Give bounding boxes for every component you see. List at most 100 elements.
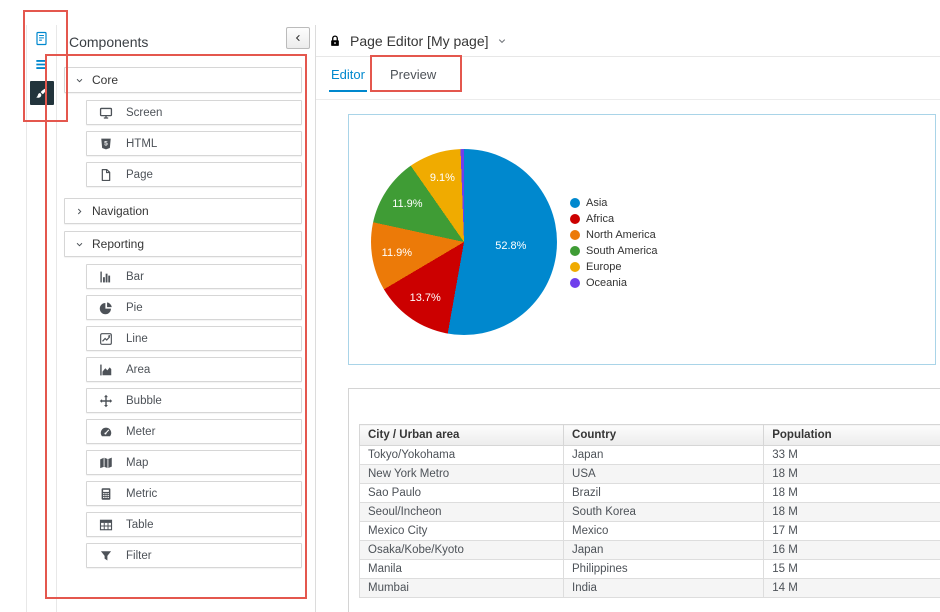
legend-item-asia[interactable]: Asia [570, 197, 658, 209]
legend-item-south-america[interactable]: South America [570, 245, 658, 257]
table-row: Tokyo/YokohamaJapan33 M [360, 446, 940, 465]
component-item-html[interactable]: 5HTML [86, 131, 302, 156]
strip-button-document[interactable] [29, 25, 55, 51]
section-header-navigation[interactable]: Navigation [64, 198, 302, 224]
component-label: Bubble [126, 395, 162, 407]
section-items-core: Screen 5HTML Page [86, 100, 302, 187]
chevron-down-icon [497, 36, 507, 46]
legend-dot [570, 278, 580, 288]
lock-icon [328, 34, 342, 48]
metric-icon [99, 487, 113, 501]
pie-chart[interactable] [371, 149, 557, 335]
tab-editor[interactable]: Editor [329, 58, 367, 92]
table-cell: Tokyo/Yokohama [360, 446, 564, 465]
legend-item-oceania[interactable]: Oceania [570, 277, 658, 289]
bar-chart-icon [99, 270, 113, 284]
component-item-meter[interactable]: Meter [86, 419, 302, 444]
tab-preview[interactable]: Preview [388, 58, 438, 90]
component-label: Pie [126, 302, 143, 314]
table-panel[interactable]: City / Urban areaCountryPopulation Tokyo… [348, 388, 940, 612]
line-chart-icon [99, 332, 113, 346]
pie-chart-panel[interactable]: Asia Africa North America South America Euro… [348, 114, 936, 365]
page-editor-screen: Components Core Screen 5HTML Page Navigation… [0, 0, 940, 612]
component-item-filter[interactable]: Filter [86, 543, 302, 568]
chevron-down-icon [75, 76, 84, 85]
chevron-right-icon [75, 207, 84, 216]
section-label: Navigation [92, 204, 149, 218]
table-icon [99, 518, 113, 532]
table-row: MumbaiIndia14 M [360, 579, 940, 598]
table-row: New York MetroUSA18 M [360, 465, 940, 484]
table-cell: India [564, 579, 764, 598]
legend-dot [570, 262, 580, 272]
page-title[interactable]: Page Editor [My page] [350, 33, 489, 49]
table-cell: 33 M [764, 446, 940, 465]
table-cell: Manila [360, 560, 564, 579]
pie-slice-label-asia: 52.8% [495, 240, 526, 252]
legend-label: Africa [586, 213, 614, 225]
component-label: Table [126, 519, 154, 531]
pie-slice-label-europe: 9.1% [430, 172, 455, 184]
section-label: Core [92, 73, 118, 87]
caret-slot [497, 36, 507, 46]
component-item-metric[interactable]: Metric [86, 481, 302, 506]
sidebar-collapse-button[interactable] [286, 27, 310, 49]
strip-button-brush[interactable] [30, 81, 54, 105]
table-cell: Sao Paulo [360, 484, 564, 503]
table-cell: 18 M [764, 503, 940, 522]
component-item-pie[interactable]: Pie [86, 295, 302, 320]
document-icon [34, 31, 49, 46]
component-item-area[interactable]: Area [86, 357, 302, 382]
section-items-reporting: Bar Pie Line Area Bubble Meter Map Metric Table F… [86, 264, 302, 568]
table-row: Sao PauloBrazil18 M [360, 484, 940, 503]
legend-item-africa[interactable]: Africa [570, 213, 658, 225]
component-item-line[interactable]: Line [86, 326, 302, 351]
meter-icon [99, 425, 113, 439]
screen-icon [99, 106, 113, 120]
component-item-page[interactable]: Page [86, 162, 302, 187]
table-cell: Osaka/Kobe/Kyoto [360, 541, 564, 560]
legend-item-north-america[interactable]: North America [570, 229, 658, 241]
component-item-map[interactable]: Map [86, 450, 302, 475]
component-item-bubble[interactable]: Bubble [86, 388, 302, 413]
main-divider [315, 25, 316, 612]
pie-slice-label-africa: 13.7% [410, 292, 441, 304]
component-item-table[interactable]: Table [86, 512, 302, 537]
table-header-cell: Population [764, 425, 940, 446]
component-label: Map [126, 457, 148, 469]
sidebar-title: Components [69, 34, 148, 50]
component-label: Line [126, 333, 148, 345]
component-item-bar[interactable]: Bar [86, 264, 302, 289]
bubble-chart-icon [99, 394, 113, 408]
legend-dot [570, 214, 580, 224]
table-cell: Mexico [564, 522, 764, 541]
pie-slice-label-north-america: 11.9% [382, 247, 412, 259]
legend-item-europe[interactable]: Europe [570, 261, 658, 273]
tool-icon-strip [26, 25, 57, 612]
table-cell: Seoul/Incheon [360, 503, 564, 522]
table-row: ManilaPhilippines15 M [360, 560, 940, 579]
svg-text:5: 5 [104, 140, 108, 147]
table-cell: USA [564, 465, 764, 484]
component-label: Filter [126, 550, 152, 562]
component-label: Screen [126, 107, 162, 119]
chart-legend: Asia Africa North America South America Euro… [570, 197, 658, 289]
strip-button-menu[interactable] [29, 51, 55, 77]
brush-icon [34, 86, 49, 101]
area-chart-icon [99, 363, 113, 377]
page-editor-header[interactable]: Page Editor [My page] [316, 25, 940, 57]
component-item-screen[interactable]: Screen [86, 100, 302, 125]
section-header-core[interactable]: Core [64, 67, 302, 93]
table-cell: South Korea [564, 503, 764, 522]
table-row: Mexico CityMexico17 M [360, 522, 940, 541]
table-header-row: City / Urban areaCountryPopulation [360, 425, 940, 446]
page-icon [99, 168, 113, 182]
section-header-reporting[interactable]: Reporting [64, 231, 302, 257]
tab-strip: Editor Preview [316, 58, 940, 100]
pie-chart-icon [99, 301, 113, 315]
component-label: Page [126, 169, 153, 181]
legend-label: South America [586, 245, 658, 257]
table-cell: 14 M [764, 579, 940, 598]
legend-label: Oceania [586, 277, 627, 289]
legend-dot [570, 198, 580, 208]
